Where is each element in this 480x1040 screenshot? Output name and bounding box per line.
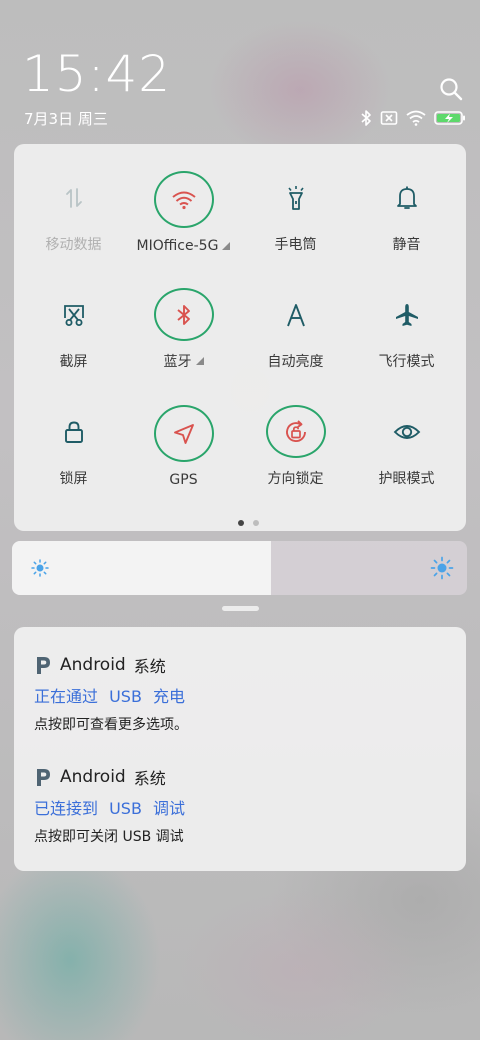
tile-rotation-lock[interactable]: 方向锁定 — [239, 378, 352, 488]
brightness-fill — [12, 541, 272, 595]
notification-usb-debugging[interactable]: Android 系统 已连接到 USB 调试 点按即可关闭 USB 调试 — [34, 764, 454, 846]
tile-gps[interactable]: GPS — [127, 378, 240, 488]
auto-brightness-icon — [286, 303, 305, 326]
tile-airplane-label: 飞行模式 — [378, 354, 435, 370]
tile-bluetooth-name: 蓝牙 — [163, 354, 192, 370]
tile-mute-button[interactable] — [377, 171, 437, 224]
tile-screenshot-button[interactable] — [44, 288, 104, 341]
tile-rotation-lock-label: 方向锁定 — [267, 471, 324, 487]
tile-gps-label: GPS — [169, 472, 198, 488]
location-arrow-icon — [173, 423, 194, 444]
tile-mobile-data-button[interactable] — [44, 171, 104, 224]
android-system-icon — [37, 769, 50, 786]
date: 7月3日 周三 — [24, 110, 108, 128]
tile-rotation-lock-button[interactable] — [265, 405, 326, 458]
wifi-icon — [171, 191, 196, 209]
tile-flashlight[interactable]: 手电筒 — [239, 144, 352, 254]
wifi-icon — [406, 110, 426, 126]
tile-airplane[interactable]: 飞行模式 — [350, 261, 463, 371]
tile-lock-screen[interactable]: 锁屏 — [17, 378, 130, 488]
tile-mute[interactable]: 静音 — [350, 144, 463, 254]
tile-wifi[interactable]: MIOffice-5G — [127, 144, 240, 254]
drag-handle[interactable] — [222, 606, 259, 611]
brightness-slider[interactable] — [12, 541, 467, 595]
tile-mobile-data[interactable]: 移动数据 — [17, 144, 130, 254]
airplane-icon — [395, 303, 418, 326]
notification-body: 点按即可关闭 USB 调试 — [34, 829, 184, 845]
tile-bluetooth-label: 蓝牙 — [164, 351, 204, 371]
bell-icon — [396, 186, 417, 209]
no-sim-icon — [380, 111, 398, 125]
page-indicator — [238, 520, 259, 526]
notification-title: 已连接到 USB 调试 — [34, 799, 186, 818]
android-system-icon — [37, 657, 50, 674]
rotation-lock-icon — [285, 419, 306, 442]
notification-panel: Android 系统 正在通过 USB 充电 点按即可查看更多选项。 Andro… — [14, 627, 466, 871]
tile-flashlight-button[interactable] — [266, 171, 326, 224]
tile-mute-label: 静音 — [392, 237, 421, 253]
eye-icon — [393, 424, 420, 439]
notification-header: Android 系统 — [34, 764, 454, 790]
tile-mobile-data-label: 移动数据 — [45, 237, 102, 253]
flashlight-icon — [287, 185, 304, 210]
notification-header: Android 系统 — [34, 652, 454, 678]
mobile-data-icon — [65, 187, 82, 208]
bluetooth-icon — [361, 110, 371, 126]
tile-bluetooth[interactable]: 蓝牙 — [127, 261, 240, 371]
notification-app-name: Android — [60, 655, 126, 675]
tile-auto-brightness-label: 自动亮度 — [267, 354, 324, 370]
search-icon[interactable] — [438, 76, 464, 102]
lock-icon — [64, 421, 83, 443]
tile-auto-brightness[interactable]: 自动亮度 — [239, 261, 352, 371]
quick-settings-panel: 移动数据 MIOffice-5G 手电筒 静音 截屏 蓝牙 自动亮度 飞行模式 … — [14, 144, 466, 531]
clock: 15:42 — [22, 45, 172, 103]
tile-lock-screen-button[interactable] — [44, 405, 104, 458]
tile-airplane-button[interactable] — [377, 288, 437, 341]
tile-reading-mode-label: 护眼模式 — [378, 471, 435, 487]
battery-charging-icon — [434, 111, 465, 125]
tile-flashlight-label: 手电筒 — [274, 237, 317, 253]
notification-usb-charging[interactable]: Android 系统 正在通过 USB 充电 点按即可查看更多选项。 — [34, 652, 454, 734]
tile-wifi-label: MIOffice-5G — [137, 238, 231, 254]
tile-lock-screen-label: 锁屏 — [59, 471, 88, 487]
tile-gps-button[interactable] — [153, 405, 214, 462]
tile-screenshot-label: 截屏 — [59, 354, 88, 370]
page-dot-1[interactable] — [238, 520, 244, 526]
expand-corner-icon[interactable] — [222, 242, 231, 250]
page-dot-2[interactable] — [253, 520, 259, 526]
brightness-high-icon — [430, 556, 454, 580]
notification-app-name: Android — [60, 767, 126, 787]
tile-reading-mode[interactable]: 护眼模式 — [350, 378, 463, 488]
notification-source: 系统 — [133, 657, 166, 676]
tile-wifi-button[interactable] — [153, 171, 214, 228]
tile-bluetooth-button[interactable] — [153, 288, 214, 341]
screenshot-icon — [63, 304, 84, 326]
brightness-low-icon — [31, 559, 49, 577]
notification-title: 正在通过 USB 充电 — [34, 687, 186, 706]
tile-auto-brightness-button[interactable] — [266, 288, 326, 341]
tile-screenshot[interactable]: 截屏 — [17, 261, 130, 371]
tile-reading-mode-button[interactable] — [377, 405, 437, 458]
notification-body: 点按即可查看更多选项。 — [34, 717, 188, 733]
notification-source: 系统 — [133, 769, 166, 788]
tile-wifi-name: MIOffice-5G — [136, 238, 219, 254]
status-icons — [360, 108, 466, 128]
bluetooth-icon — [176, 304, 190, 325]
expand-corner-icon[interactable] — [195, 357, 204, 365]
